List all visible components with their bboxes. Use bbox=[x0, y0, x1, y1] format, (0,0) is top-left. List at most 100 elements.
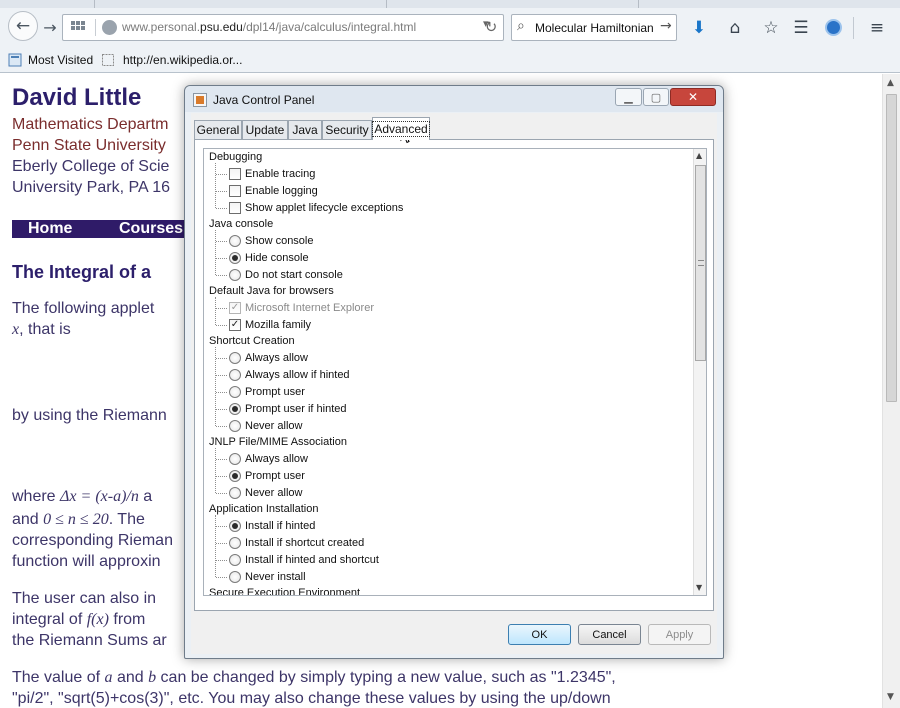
site-identity-icon[interactable] bbox=[102, 20, 117, 35]
mozilla-family-checkbox[interactable]: ✓ bbox=[229, 319, 241, 331]
option-label[interactable]: Prompt user bbox=[245, 468, 305, 485]
scroll-down-arrow-icon[interactable]: ▼ bbox=[696, 583, 702, 592]
back-arrow-icon: ← bbox=[15, 16, 31, 36]
ok-button[interactable]: OK bbox=[508, 624, 571, 645]
scroll-up-arrow-icon[interactable]: ▲ bbox=[696, 151, 702, 160]
option-label[interactable]: Never allow bbox=[245, 418, 302, 435]
tree-line bbox=[216, 325, 227, 326]
option-label[interactable]: Show console bbox=[245, 233, 314, 250]
option-label[interactable]: Install if shortcut created bbox=[245, 535, 364, 552]
option-label[interactable]: Never install bbox=[245, 569, 306, 586]
settings-scrollbar[interactable]: ▲ ▼ bbox=[693, 149, 706, 595]
tab-java[interactable]: Java bbox=[288, 120, 322, 139]
tab-advanced[interactable]: Advanced bbox=[372, 117, 430, 140]
url-text[interactable]: www.personal.psu.edu/dpl14/java/calculus… bbox=[122, 20, 416, 34]
search-box[interactable]: ⌕ Molecular Hamiltonian → bbox=[511, 14, 677, 41]
option-label[interactable]: Always allow bbox=[245, 350, 308, 367]
bookmarks-menu-button[interactable]: ☰ bbox=[787, 14, 815, 41]
dialog-title-bar[interactable]: Java Control Panel ▁ ▢ ✕ bbox=[185, 86, 723, 112]
group-shortcut-creation[interactable]: Shortcut Creation bbox=[209, 333, 295, 350]
paragraph-text: by using the Riemann bbox=[12, 407, 167, 424]
option-label[interactable]: Do not start console bbox=[245, 267, 343, 284]
tree-line bbox=[216, 543, 227, 544]
open-menu-button[interactable]: ≡ bbox=[863, 14, 891, 41]
reload-button[interactable]: ↻ bbox=[480, 15, 502, 39]
shortcut-always-if-hinted-radio[interactable] bbox=[229, 369, 241, 381]
scroll-up-arrow-icon[interactable]: ▲ bbox=[887, 78, 894, 88]
scrollbar-thumb[interactable] bbox=[886, 94, 897, 402]
do-not-start-console-radio[interactable] bbox=[229, 269, 241, 281]
install-if-hinted-and-shortcut-radio[interactable] bbox=[229, 554, 241, 566]
tab-update[interactable]: Update bbox=[242, 120, 288, 139]
shortcut-always-allow-radio[interactable] bbox=[229, 352, 241, 364]
search-query[interactable]: Molecular Hamiltonian bbox=[535, 21, 654, 35]
forward-arrow-icon: → bbox=[43, 17, 57, 37]
close-button[interactable]: ✕ bbox=[670, 88, 716, 106]
tab-separator bbox=[638, 0, 639, 8]
bookmark-wikipedia[interactable]: http://en.wikipedia.or... bbox=[123, 53, 242, 67]
tab-general[interactable]: General bbox=[194, 120, 242, 139]
nav-courses-link[interactable]: Courses bbox=[119, 220, 183, 238]
option-label[interactable]: Enable tracing bbox=[245, 166, 315, 183]
bookmark-star-button[interactable]: ☆ bbox=[757, 14, 785, 41]
home-button[interactable]: ⌂ bbox=[721, 14, 749, 41]
install-if-hinted-radio[interactable] bbox=[229, 520, 241, 532]
option-label: Microsoft Internet Explorer bbox=[245, 302, 374, 314]
option-label[interactable]: Hide console bbox=[245, 250, 309, 267]
group-default-java-browsers[interactable]: Default Java for browsers bbox=[209, 283, 334, 300]
option-label[interactable]: Prompt user bbox=[245, 384, 305, 401]
option-label[interactable]: Show applet lifecycle exceptions bbox=[245, 200, 403, 217]
show-console-radio[interactable] bbox=[229, 235, 241, 247]
shortcut-prompt-user-radio[interactable] bbox=[229, 386, 241, 398]
hide-console-radio[interactable] bbox=[229, 252, 241, 264]
jnlp-always-allow-radio[interactable] bbox=[229, 453, 241, 465]
option-label[interactable]: Always allow bbox=[245, 451, 308, 468]
shortcut-prompt-if-hinted-radio[interactable] bbox=[229, 403, 241, 415]
enable-logging-checkbox[interactable] bbox=[229, 185, 241, 197]
option-label[interactable]: Install if hinted bbox=[245, 518, 315, 535]
bookmarks-list-icon: ☰ bbox=[793, 17, 809, 38]
settings-scrollbar-thumb[interactable] bbox=[695, 165, 706, 361]
shortcut-never-allow-radio[interactable] bbox=[229, 420, 241, 432]
enable-tracing-checkbox[interactable] bbox=[229, 168, 241, 180]
advanced-settings-tree: Debugging Enable tracing Enable logging … bbox=[203, 148, 707, 596]
minimize-button[interactable]: ▁ bbox=[615, 88, 642, 106]
scroll-down-arrow-icon[interactable]: ▼ bbox=[887, 692, 894, 702]
never-install-radio[interactable] bbox=[229, 571, 241, 583]
group-jnlp-association[interactable]: JNLP File/MIME Association bbox=[209, 434, 347, 451]
jnlp-never-allow-radio[interactable] bbox=[229, 487, 241, 499]
tree-line bbox=[216, 560, 227, 561]
search-go-icon[interactable]: → bbox=[660, 18, 672, 34]
tree-line bbox=[215, 163, 216, 208]
group-debugging[interactable]: Debugging bbox=[209, 149, 262, 166]
group-application-installation[interactable]: Application Installation bbox=[209, 501, 318, 518]
paragraph-text: integral of f(x) from bbox=[12, 611, 146, 628]
forward-button[interactable]: → bbox=[36, 13, 64, 41]
downloads-button[interactable]: ⬇ bbox=[685, 14, 713, 41]
page-scrollbar[interactable]: ▲ ▼ bbox=[882, 74, 900, 708]
install-if-shortcut-radio[interactable] bbox=[229, 537, 241, 549]
option-label[interactable]: Prompt user if hinted bbox=[245, 401, 347, 418]
nav-home-link[interactable]: Home bbox=[28, 220, 72, 238]
tree-line bbox=[216, 174, 227, 175]
group-java-console[interactable]: Java console bbox=[209, 216, 273, 233]
address-bar[interactable]: www.personal.psu.edu/dpl14/java/calculus… bbox=[62, 14, 504, 41]
hello-button[interactable] bbox=[819, 14, 847, 41]
tab-security[interactable]: Security bbox=[322, 120, 372, 139]
group-secure-execution[interactable]: Secure Execution Environment bbox=[209, 585, 360, 595]
option-label[interactable]: Install if hinted and shortcut bbox=[245, 552, 379, 569]
search-engine-icon[interactable]: ⌕ bbox=[517, 18, 525, 34]
show-applet-lifecycle-checkbox[interactable] bbox=[229, 202, 241, 214]
back-button[interactable]: ← bbox=[8, 11, 38, 41]
jnlp-prompt-user-radio[interactable] bbox=[229, 470, 241, 482]
paragraph-text: where Δx = (x-a)/n a bbox=[12, 488, 153, 505]
bookmark-most-visited[interactable]: Most Visited bbox=[28, 53, 93, 67]
maximize-button[interactable]: ▢ bbox=[643, 88, 669, 106]
option-label[interactable]: Mozilla family bbox=[245, 317, 311, 334]
option-label[interactable]: Never allow bbox=[245, 485, 302, 502]
minimize-icon: ▁ bbox=[624, 90, 633, 104]
cancel-button[interactable]: Cancel bbox=[578, 624, 641, 645]
option-label[interactable]: Always allow if hinted bbox=[245, 367, 350, 384]
page-grid-icon bbox=[71, 21, 86, 34]
option-label[interactable]: Enable logging bbox=[245, 183, 318, 200]
